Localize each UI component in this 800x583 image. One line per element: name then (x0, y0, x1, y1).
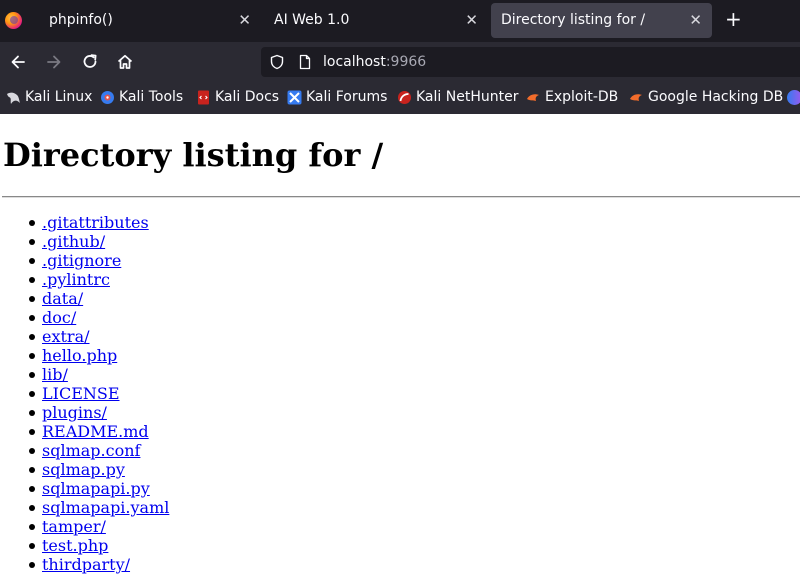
file-link[interactable]: LICENSE (42, 384, 120, 403)
bookmark-label: Kali Linux (25, 89, 93, 105)
list-item: sqlmap.conf (28, 441, 169, 460)
kali-forums-icon (287, 90, 302, 105)
file-link[interactable]: .gitattributes (42, 213, 149, 232)
tab-title: phpinfo() (49, 12, 113, 28)
bookmark-label: Kali Tools (119, 89, 184, 105)
file-link[interactable]: tamper/ (42, 517, 106, 536)
bookmark-label: Google Hacking DB (648, 89, 784, 105)
directory-listing: .gitattributes .github/.gitignore .pylintr… (28, 213, 169, 574)
overflow-bookmark-icon[interactable] (787, 90, 800, 105)
file-link[interactable]: sqlmap.py (42, 460, 125, 479)
tab-title: AI Web 1.0 (274, 12, 350, 28)
close-tab-icon[interactable]: ✕ (689, 11, 702, 29)
forward-arrow-icon[interactable] (44, 52, 64, 72)
file-link[interactable]: .github/ (42, 232, 105, 251)
firefox-logo-icon[interactable] (5, 12, 22, 29)
list-item: .github/ (28, 232, 169, 251)
file-link[interactable]: plugins/ (42, 403, 107, 422)
list-item: doc/ (28, 308, 169, 327)
list-item: lib/ (28, 365, 169, 384)
kali-dragon-icon (7, 92, 20, 104)
list-item: .gitattributes (28, 213, 169, 232)
google-hacking-db-icon (630, 94, 642, 101)
tab-ai-web[interactable]: AI Web 1.0 ✕ (264, 3, 488, 38)
list-item: data/ (28, 289, 169, 308)
list-item: sqlmapapi.yaml (28, 498, 169, 517)
list-item: README.md (28, 422, 169, 441)
kali-tools-icon (101, 91, 114, 104)
url-host: localhost (323, 54, 386, 70)
list-item: thirdparty/ (28, 555, 169, 574)
list-item: extra/ (28, 327, 169, 346)
list-item: LICENSE (28, 384, 169, 403)
file-link[interactable]: data/ (42, 289, 83, 308)
file-link[interactable]: extra/ (42, 327, 90, 346)
bookmarks-toolbar: Kali Linux Kali Tools Kali Docs Kali For… (0, 82, 800, 114)
kali-nethunter-icon (398, 91, 411, 104)
file-link[interactable]: doc/ (42, 308, 76, 327)
close-tab-icon[interactable]: ✕ (238, 11, 251, 29)
tab-phpinfo[interactable]: phpinfo() ✕ (39, 3, 261, 38)
divider (2, 196, 800, 198)
url-text[interactable]: localhost:9966 (323, 54, 426, 70)
file-link[interactable]: test.php (42, 536, 108, 555)
navigation-toolbar: localhost:9966 (0, 42, 800, 82)
file-link[interactable]: sqlmapapi.yaml (42, 498, 169, 517)
bookmark-label: Kali Forums (306, 89, 388, 105)
page-icon[interactable] (297, 54, 313, 70)
tab-directory-listing[interactable]: Directory listing for / ✕ (491, 3, 712, 38)
list-item: sqlmap.py (28, 460, 169, 479)
close-tab-icon[interactable]: ✕ (465, 11, 478, 29)
list-item: hello.php (28, 346, 169, 365)
shield-icon[interactable] (269, 54, 285, 70)
page-content: Directory listing for / .gitattributes .g… (0, 114, 800, 583)
bookmark-label: Kali Docs (215, 89, 280, 105)
tab-strip: phpinfo() ✕ AI Web 1.0 ✕ Directory listi… (0, 0, 800, 42)
address-bar[interactable]: localhost:9966 (261, 47, 800, 77)
page-title: Directory listing for / (3, 136, 384, 174)
exploit-db-icon (527, 94, 539, 101)
file-link[interactable]: thirdparty/ (42, 555, 130, 574)
list-item: test.php (28, 536, 169, 555)
home-icon[interactable] (115, 52, 135, 72)
file-link[interactable]: sqlmap.conf (42, 441, 140, 460)
list-item: tamper/ (28, 517, 169, 536)
file-link[interactable]: lib/ (42, 365, 68, 384)
file-link[interactable]: .gitignore (42, 251, 121, 270)
tab-title: Directory listing for / (501, 12, 646, 28)
bookmark-label: Kali NetHunter (416, 89, 519, 105)
back-arrow-icon[interactable] (8, 52, 28, 72)
file-link[interactable]: .pylintrc (42, 270, 110, 289)
list-item: plugins/ (28, 403, 169, 422)
list-item: sqlmapapi.py (28, 479, 169, 498)
file-link[interactable]: README.md (42, 422, 149, 441)
new-tab-plus-icon[interactable]: + (725, 9, 742, 29)
list-item: .gitignore (28, 251, 169, 270)
list-item: .pylintrc (28, 270, 169, 289)
file-link[interactable]: hello.php (42, 346, 117, 365)
bookmark-label: Exploit-DB (545, 89, 619, 105)
kali-docs-icon (198, 90, 209, 105)
file-link[interactable]: sqlmapapi.py (42, 479, 150, 498)
url-port: :9966 (385, 54, 427, 70)
reload-icon[interactable] (80, 52, 100, 72)
